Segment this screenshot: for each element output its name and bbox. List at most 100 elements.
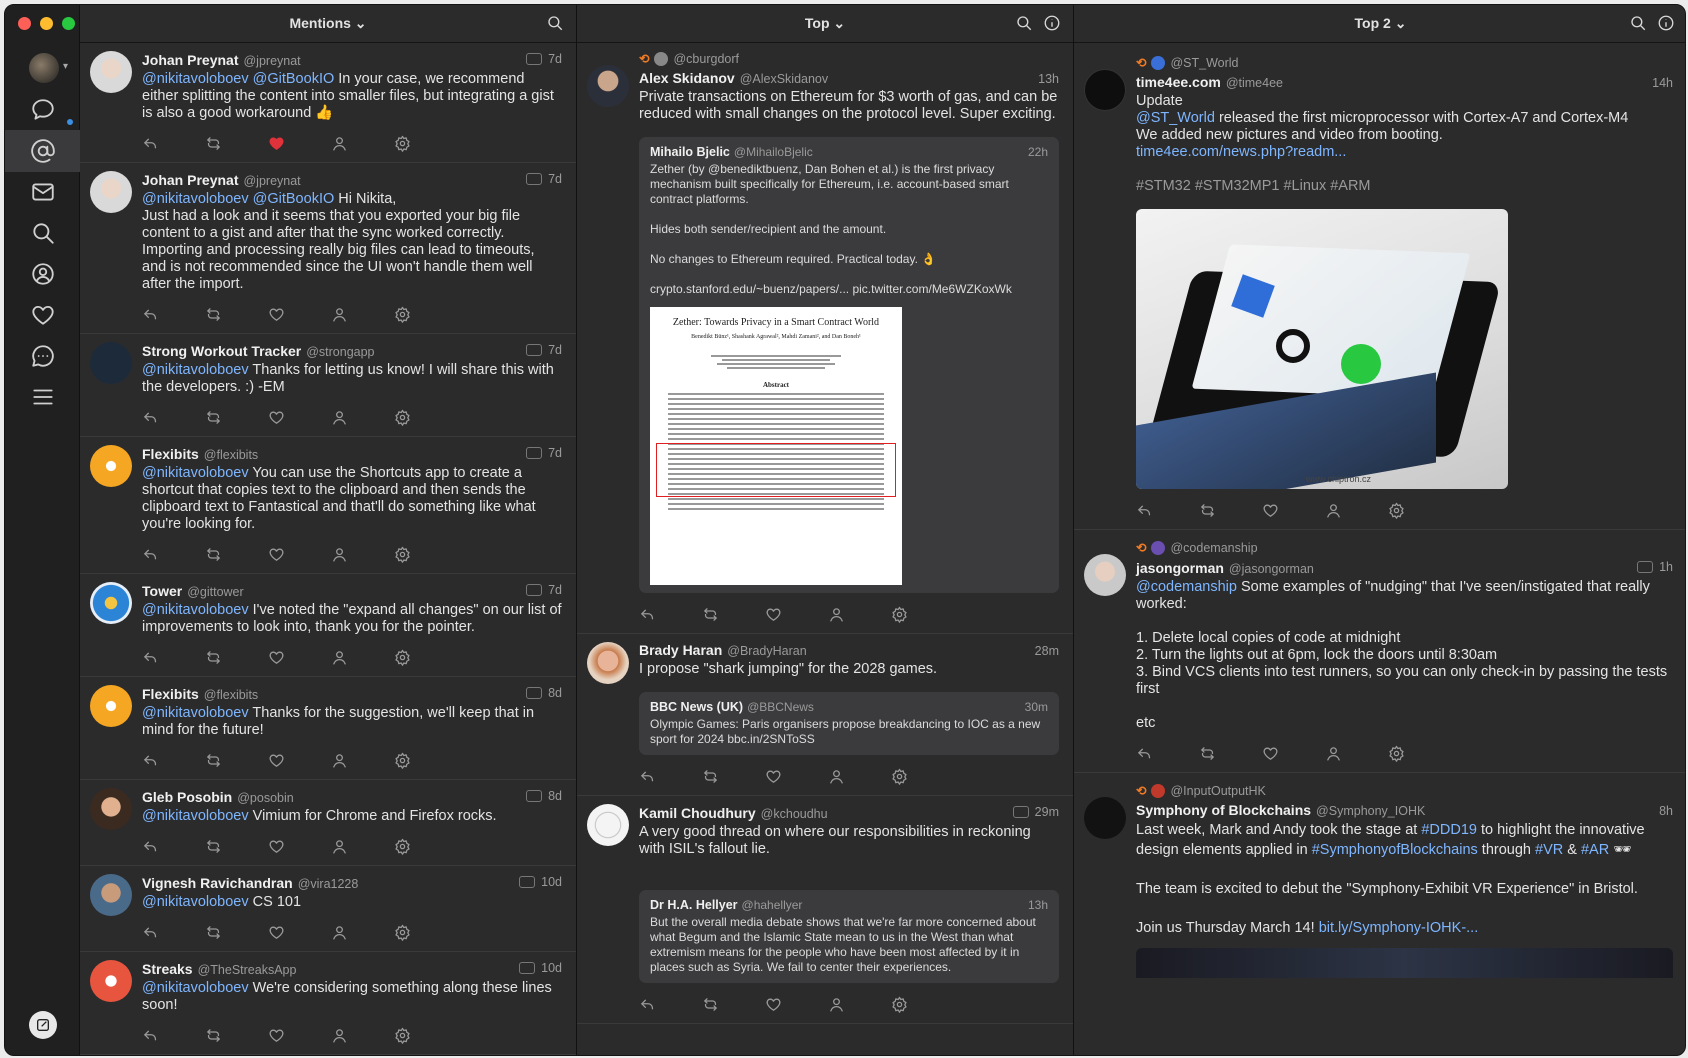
tweet[interactable]: Gleb Posobin @posobin 8d @nikitavoloboev Vi… <box>80 780 576 866</box>
avatar[interactable] <box>1084 797 1126 839</box>
profile-button[interactable] <box>828 605 891 623</box>
retweet-button[interactable] <box>205 751 268 769</box>
reply-icon[interactable] <box>142 924 159 941</box>
gear-icon[interactable] <box>891 768 908 785</box>
search-icon[interactable] <box>1015 14 1033 32</box>
avatar[interactable] <box>90 788 132 830</box>
hashtag-link[interactable]: #VR <box>1535 842 1563 858</box>
profile-icon[interactable] <box>331 838 348 855</box>
paper-image[interactable]: Zether: Towards Privacy in a Smart Contr… <box>650 307 902 585</box>
author-handle[interactable]: @jasongorman <box>1229 559 1314 579</box>
mention-link[interactable]: @nikitavoloboev <box>142 894 249 910</box>
more-button[interactable] <box>1388 501 1451 519</box>
tweet[interactable]: Streaks @TheStreaksApp 10d @nikitavoloboev … <box>80 952 576 1055</box>
author-name[interactable]: time4ee.com <box>1136 72 1221 92</box>
quote-handle[interactable]: @hahellyer <box>742 898 803 912</box>
reply-icon[interactable] <box>639 768 656 785</box>
profile-icon[interactable] <box>331 649 348 666</box>
compose-button[interactable] <box>29 1011 57 1039</box>
mention-link[interactable]: @codemanship <box>1136 579 1237 595</box>
reply-icon[interactable] <box>142 649 159 666</box>
retweeter-handle[interactable]: @cburgdorf <box>673 52 739 66</box>
gear-icon[interactable] <box>1388 502 1405 519</box>
profile-icon[interactable] <box>331 135 348 152</box>
retweet-button[interactable] <box>205 545 268 563</box>
more-button[interactable] <box>394 545 457 563</box>
profile-icon[interactable] <box>331 546 348 563</box>
like-button[interactable] <box>1262 744 1325 762</box>
profile-icon[interactable] <box>1325 745 1342 762</box>
like-icon[interactable] <box>268 838 285 855</box>
gear-icon[interactable] <box>1388 745 1405 762</box>
author-handle[interactable]: @time4ee <box>1226 73 1283 93</box>
like-icon[interactable] <box>268 306 285 323</box>
more-button[interactable] <box>394 1026 457 1044</box>
reply-button[interactable] <box>142 408 205 426</box>
author-handle[interactable]: @Symphony_IOHK <box>1316 801 1425 821</box>
like-button[interactable] <box>268 751 331 769</box>
gear-icon[interactable] <box>394 306 411 323</box>
retweet-button[interactable] <box>702 767 765 785</box>
search-icon[interactable] <box>546 14 564 32</box>
reply-icon[interactable] <box>142 1027 159 1044</box>
mention-link[interactable]: @nikitavoloboev @GitBookIO <box>142 71 334 87</box>
profile-icon[interactable] <box>331 409 348 426</box>
retweet-button[interactable] <box>205 923 268 941</box>
like-icon[interactable] <box>268 409 285 426</box>
avatar[interactable] <box>90 342 132 384</box>
avatar[interactable] <box>90 874 132 916</box>
board-photo[interactable]: www.chiptron.cz <box>1136 209 1508 489</box>
reply-button[interactable] <box>142 648 205 666</box>
hashtags[interactable]: #STM32 #STM32MP1 #Linux #ARM <box>1136 178 1673 195</box>
profile-icon[interactable] <box>331 924 348 941</box>
author-handle[interactable]: @jpreynat <box>243 51 300 71</box>
like-icon[interactable] <box>268 752 285 769</box>
retweet-icon[interactable] <box>205 306 222 323</box>
retweet-button[interactable] <box>1199 744 1262 762</box>
avatar[interactable] <box>1084 554 1126 596</box>
avatar[interactable] <box>587 642 629 684</box>
retweet-icon[interactable] <box>702 606 719 623</box>
hashtag-link[interactable]: #SymphonyofBlockchains <box>1312 842 1478 858</box>
author-handle[interactable]: @posobin <box>237 788 293 808</box>
author-name[interactable]: Kamil Choudhury <box>639 803 756 823</box>
author-handle[interactable]: @TheStreaksApp <box>198 960 297 980</box>
like-icon[interactable] <box>1262 502 1279 519</box>
reply-icon[interactable] <box>142 546 159 563</box>
profile-button[interactable] <box>828 767 891 785</box>
profile-icon[interactable] <box>1325 502 1342 519</box>
author-name[interactable]: Streaks <box>142 959 193 979</box>
author-name[interactable]: Flexibits <box>142 444 199 464</box>
retweet-icon[interactable] <box>205 1027 222 1044</box>
retweet-button[interactable] <box>205 648 268 666</box>
more-button[interactable] <box>394 648 457 666</box>
author-name[interactable]: Strong Workout Tracker <box>142 341 301 361</box>
retweet-icon[interactable] <box>702 768 719 785</box>
avatar[interactable] <box>90 960 132 1002</box>
mention-link[interactable]: @nikitavoloboev <box>142 980 249 996</box>
tweet[interactable]: Flexibits @flexibits 8d @nikitavoloboev Tha… <box>80 677 576 780</box>
more-button[interactable] <box>891 767 954 785</box>
avatar[interactable] <box>587 65 629 107</box>
gear-icon[interactable] <box>891 606 908 623</box>
author-handle[interactable]: @BradyHaran <box>727 641 806 661</box>
close-window-button[interactable] <box>18 17 31 30</box>
quote-author[interactable]: Dr H.A. Hellyer <box>650 898 738 912</box>
author-name[interactable]: Flexibits <box>142 684 199 704</box>
tweet[interactable]: Tower @gittower 7d @nikitavoloboev I've not… <box>80 574 576 677</box>
profile-button[interactable] <box>331 923 394 941</box>
like-button[interactable] <box>268 837 331 855</box>
quote-handle[interactable]: @MihailoBjelic <box>734 145 813 159</box>
zoom-window-button[interactable] <box>62 17 75 30</box>
reply-icon[interactable] <box>639 606 656 623</box>
author-handle[interactable]: @vira1228 <box>298 874 359 894</box>
reply-icon[interactable] <box>1136 745 1153 762</box>
author-name[interactable]: Vignesh Ravichandran <box>142 873 293 893</box>
reply-button[interactable] <box>1136 501 1199 519</box>
profile-button[interactable] <box>1325 501 1388 519</box>
profile-icon[interactable] <box>331 1027 348 1044</box>
reply-button[interactable] <box>142 545 205 563</box>
like-icon[interactable] <box>268 546 285 563</box>
like-button[interactable] <box>268 923 331 941</box>
hashtag-link[interactable]: #AR <box>1581 842 1609 858</box>
